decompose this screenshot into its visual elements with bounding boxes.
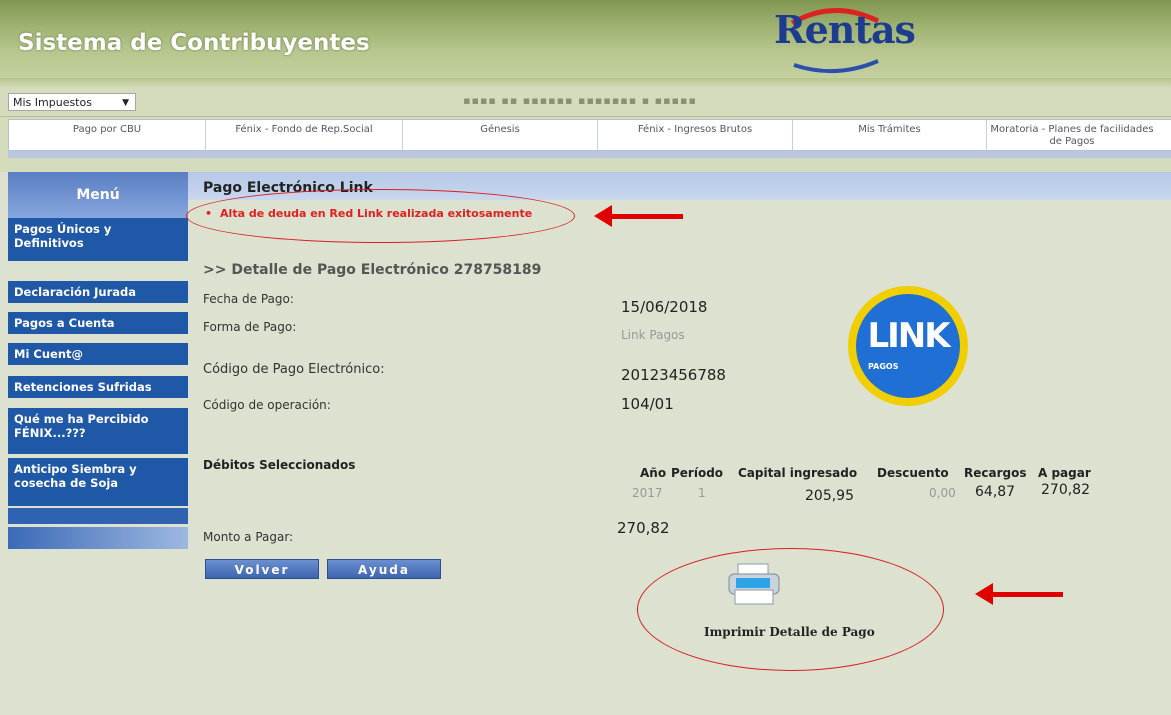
volver-button[interactable]: Volver	[205, 559, 319, 579]
nav-pago-cbu[interactable]: Pago por CBU	[9, 120, 206, 150]
link-pagos-logo: LINK PAGOS	[848, 286, 968, 406]
col-recargos: Recargos	[964, 466, 1027, 480]
col-anio: Año	[640, 466, 667, 480]
sidebar-footer	[8, 527, 188, 549]
sidebar-item-declaracion-jurada[interactable]: Declaración Jurada	[8, 281, 188, 305]
sidebar: Menú Pagos Únicos y Definitivos Declarac…	[8, 172, 188, 550]
cell-capital: 205,95	[805, 488, 854, 504]
codigo-label: Código de Pago Electrónico:	[203, 362, 385, 377]
nav-fenix-fondo[interactable]: Fénix - Fondo de Rep.Social	[206, 120, 403, 150]
operacion-label: Código de operación:	[203, 398, 331, 412]
operacion-value: 104/01	[621, 395, 674, 413]
cell-periodo: 1	[698, 486, 706, 500]
col-capital: Capital ingresado	[738, 466, 858, 480]
printer-icon[interactable]	[726, 562, 782, 606]
nav-mis-tramites[interactable]: Mis Trámites	[793, 120, 987, 150]
impuestos-select-value: Mis Impuestos	[13, 96, 92, 109]
col-a-pagar: A pagar	[1038, 466, 1091, 480]
cell-anio: 2017	[632, 486, 663, 500]
arrow-shaft	[610, 214, 683, 219]
nav-row: Pago por CBU Fénix - Fondo de Rep.Social…	[0, 117, 1171, 172]
col-descuento: Descuento	[877, 466, 949, 480]
nav-underline	[8, 151, 1171, 158]
sidebar-item-anticipo-soja[interactable]: Anticipo Siembra y cosecha de Soja	[8, 458, 188, 508]
sidebar-item-retenciones[interactable]: Retenciones Sufridas	[8, 376, 188, 400]
sidebar-item-mi-cuenta[interactable]: Mi Cuent@	[8, 343, 188, 367]
chevron-down-icon: ▼	[122, 98, 129, 108]
debitos-label: Débitos Seleccionados	[203, 458, 356, 472]
sidebar-spacer	[8, 508, 188, 526]
ayuda-button[interactable]: Ayuda	[327, 559, 441, 579]
link-logo-inner: LINK PAGOS	[856, 294, 960, 398]
monto-label: Monto a Pagar:	[203, 530, 294, 544]
arrow-shaft	[991, 592, 1063, 597]
link-logo-big: LINK	[867, 316, 950, 356]
sidebar-title: Menú	[8, 172, 188, 218]
rentas-logo: Rentas	[774, 3, 916, 79]
cell-descuento: 0,00	[929, 486, 956, 500]
forma-label: Forma de Pago:	[203, 320, 297, 334]
user-banner: ▪▪▪▪ ▪▪ ▪▪▪▪▪▪ ▪▪▪▪▪▪▪ ▪ ▪▪▪▪▪	[463, 94, 697, 107]
link-logo-small: PAGOS	[868, 362, 899, 371]
impuestos-select[interactable]: Mis Impuestos ▼	[8, 93, 136, 111]
cell-a-pagar: 270,82	[1041, 482, 1090, 498]
monto-value: 270,82	[617, 519, 670, 537]
nav-fenix-ingresos[interactable]: Fénix - Ingresos Brutos	[598, 120, 793, 150]
header-bottom-band	[0, 78, 1171, 88]
highlight-ellipse-print	[637, 548, 944, 671]
detail-title: >> Detalle de Pago Electrónico 278758189	[203, 262, 542, 278]
logo-text: Rentas	[774, 7, 916, 52]
nav-genesis[interactable]: Génesis	[403, 120, 598, 150]
fecha-value: 15/06/2018	[621, 298, 708, 316]
nav-strip: Pago por CBU Fénix - Fondo de Rep.Social…	[8, 119, 1171, 151]
col-periodo: Período	[671, 466, 724, 480]
sidebar-item-pagos-cuenta[interactable]: Pagos a Cuenta	[8, 312, 188, 336]
sidebar-item-pagos-unicos[interactable]: Pagos Únicos y Definitivos	[8, 218, 188, 263]
forma-value: Link Pagos	[621, 328, 685, 342]
highlight-ellipse-message	[186, 189, 575, 243]
codigo-value: 20123456788	[621, 366, 726, 384]
nav-moratoria[interactable]: Moratoria - Planes de facilidades de Pag…	[987, 120, 1157, 150]
sidebar-item-percibido-fenix[interactable]: Qué me ha Percibido FÉNIX...???	[8, 408, 188, 456]
print-detail-link[interactable]: Imprimir Detalle de Pago	[704, 625, 875, 639]
top-bar: Mis Impuestos ▼ ▪▪▪▪ ▪▪ ▪▪▪▪▪▪ ▪▪▪▪▪▪▪ ▪…	[0, 88, 1171, 117]
fecha-label: Fecha de Pago:	[203, 292, 294, 306]
cell-recargos: 64,87	[975, 484, 1016, 500]
app-title: Sistema de Contribuyentes	[18, 30, 370, 56]
